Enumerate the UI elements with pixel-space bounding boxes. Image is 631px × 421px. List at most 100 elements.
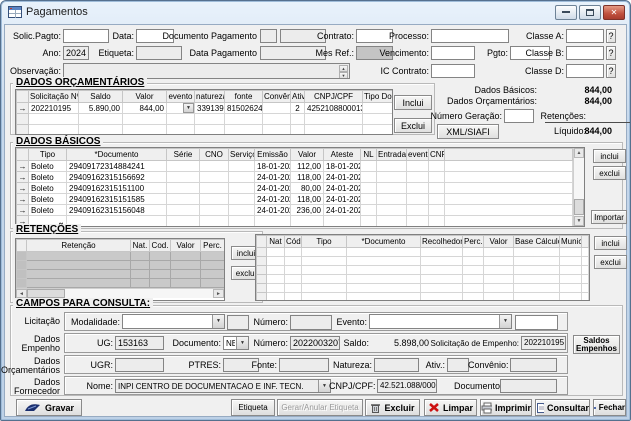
grid-cell[interactable] xyxy=(560,266,582,275)
classe-b-input[interactable] xyxy=(566,46,604,60)
dados-basicos-grid[interactable]: Tipo*DocumentoSérieCNOServiçoEmissãoValo… xyxy=(16,148,573,227)
column-header[interactable]: Cód xyxy=(285,236,302,248)
grid-cell[interactable] xyxy=(131,252,150,261)
grid-cell[interactable] xyxy=(347,257,421,266)
column-header[interactable]: Série xyxy=(167,149,200,161)
grid-cell[interactable]: 18-01-2024 xyxy=(255,161,291,172)
natureza-field[interactable] xyxy=(374,358,419,372)
grid-cell[interactable] xyxy=(201,279,225,288)
row-selector-cell[interactable] xyxy=(17,125,29,136)
grid-cell[interactable] xyxy=(200,161,229,172)
grid-cell[interactable]: 844,00 xyxy=(123,103,167,114)
column-header[interactable]: Ateste xyxy=(324,149,361,161)
grid-cell[interactable] xyxy=(200,172,229,183)
grid-cell[interactable]: 29409162315156048 xyxy=(67,205,167,216)
grid-cell[interactable] xyxy=(291,114,305,125)
grid-cell[interactable] xyxy=(200,216,229,227)
grid-cell[interactable] xyxy=(377,183,407,194)
column-header[interactable]: CNPJ xyxy=(429,149,445,161)
column-header[interactable]: Valor xyxy=(171,240,201,252)
grid-cell[interactable]: 33913904 xyxy=(195,103,225,114)
grid-cell[interactable] xyxy=(347,266,421,275)
row-selector-cell[interactable] xyxy=(17,261,27,270)
scroll-up-icon[interactable]: ▲ xyxy=(574,148,584,158)
grid-cell[interactable] xyxy=(514,257,560,266)
column-header[interactable]: CNPJ/CPF xyxy=(305,91,363,103)
grid-cell[interactable] xyxy=(463,257,484,266)
grid-cell[interactable] xyxy=(363,125,393,136)
grid-cell[interactable] xyxy=(302,275,347,284)
grid-cell[interactable] xyxy=(285,248,302,257)
grid-cell[interactable] xyxy=(200,205,229,216)
grid-cell[interactable] xyxy=(200,183,229,194)
solicitacao-empenho-field[interactable]: 202210195 xyxy=(521,336,566,350)
row-selector-cell[interactable]: → xyxy=(17,103,29,114)
grid-cell[interactable]: 29409162315151585 xyxy=(67,194,167,205)
column-header[interactable]: CNO xyxy=(200,149,229,161)
row-selector-cell[interactable] xyxy=(257,266,267,275)
column-header[interactable]: Retenção xyxy=(27,240,131,252)
grid-cell[interactable] xyxy=(463,248,484,257)
grid-cell[interactable]: Boleto xyxy=(29,183,67,194)
grid-cell[interactable] xyxy=(67,216,167,227)
grid-cell[interactable] xyxy=(347,293,421,302)
grid-cell[interactable] xyxy=(421,284,463,293)
ugr-field[interactable] xyxy=(115,358,164,372)
grid-cell[interactable] xyxy=(291,125,305,136)
grid-cell[interactable] xyxy=(347,275,421,284)
grid-cell[interactable] xyxy=(171,261,201,270)
grid-cell[interactable] xyxy=(429,205,445,216)
grid-cell[interactable] xyxy=(582,284,589,293)
row-selector-cell[interactable] xyxy=(257,284,267,293)
grid-cell[interactable] xyxy=(361,161,377,172)
grid-cell[interactable] xyxy=(514,284,560,293)
observacao-spinner[interactable]: ▲ ▼ xyxy=(339,65,348,77)
grid-cell[interactable] xyxy=(201,270,225,279)
grid-cell[interactable] xyxy=(27,252,131,261)
grid-cell[interactable]: 80,00 xyxy=(291,183,324,194)
orcamentarios-inclui-button[interactable]: Inclui xyxy=(394,95,432,110)
grid-cell[interactable] xyxy=(429,183,445,194)
grid-cell[interactable]: 112,00 xyxy=(291,161,324,172)
dropdown-arrow-icon[interactable]: ▼ xyxy=(212,315,224,328)
grid-cell[interactable] xyxy=(225,125,263,136)
row-selector-cell[interactable]: → xyxy=(17,205,29,216)
grid-cell[interactable] xyxy=(361,172,377,183)
grid-cell[interactable] xyxy=(200,194,229,205)
grid-cell[interactable] xyxy=(267,275,285,284)
corner-cell[interactable] xyxy=(257,236,267,248)
retencoes-right-grid[interactable]: NatCódTipo*DocumentoRecolhedorPerc.Valor… xyxy=(256,235,589,301)
modalidade-dropdown[interactable]: ▼ xyxy=(122,314,225,329)
column-header[interactable]: *Documento xyxy=(347,236,421,248)
classe-d-help-button[interactable]: ? xyxy=(606,64,616,78)
grid-cell[interactable] xyxy=(582,257,589,266)
grid-cell[interactable] xyxy=(131,279,150,288)
column-header[interactable] xyxy=(582,236,589,248)
grid-cell[interactable]: 42521088000137 xyxy=(305,103,363,114)
grid-cell[interactable]: 5.890,00 xyxy=(79,103,123,114)
grid-cell[interactable] xyxy=(484,266,514,275)
grid-cell[interactable]: 118,00 xyxy=(291,172,324,183)
grid-cell[interactable]: 29409162315156692 xyxy=(67,172,167,183)
grid-cell[interactable] xyxy=(361,205,377,216)
grid-cell[interactable] xyxy=(560,275,582,284)
grid-cell[interactable]: 24-01-2024 xyxy=(324,205,361,216)
column-header[interactable]: *Documento xyxy=(67,149,167,161)
grid-cell[interactable] xyxy=(229,172,255,183)
modalidade-aux-field[interactable] xyxy=(227,315,249,330)
minimize-button[interactable] xyxy=(555,5,577,20)
grid-cell[interactable] xyxy=(201,261,225,270)
grid-cell[interactable] xyxy=(123,114,167,125)
row-selector-cell[interactable] xyxy=(257,275,267,284)
grid-cell[interactable] xyxy=(229,183,255,194)
retencoes-left-grid[interactable]: RetençãoNat.Cod.ValorPerc. xyxy=(16,239,225,288)
grid-cell[interactable]: Boleto xyxy=(29,205,67,216)
grid-cell[interactable] xyxy=(27,270,131,279)
grid-cell[interactable] xyxy=(484,284,514,293)
column-header[interactable]: Perc. xyxy=(201,240,225,252)
column-header[interactable]: fonte xyxy=(225,91,263,103)
grid-cell[interactable] xyxy=(377,172,407,183)
grid-cell[interactable] xyxy=(484,275,514,284)
grid-cell[interactable] xyxy=(463,275,484,284)
ic-contrato-input[interactable] xyxy=(431,64,475,78)
